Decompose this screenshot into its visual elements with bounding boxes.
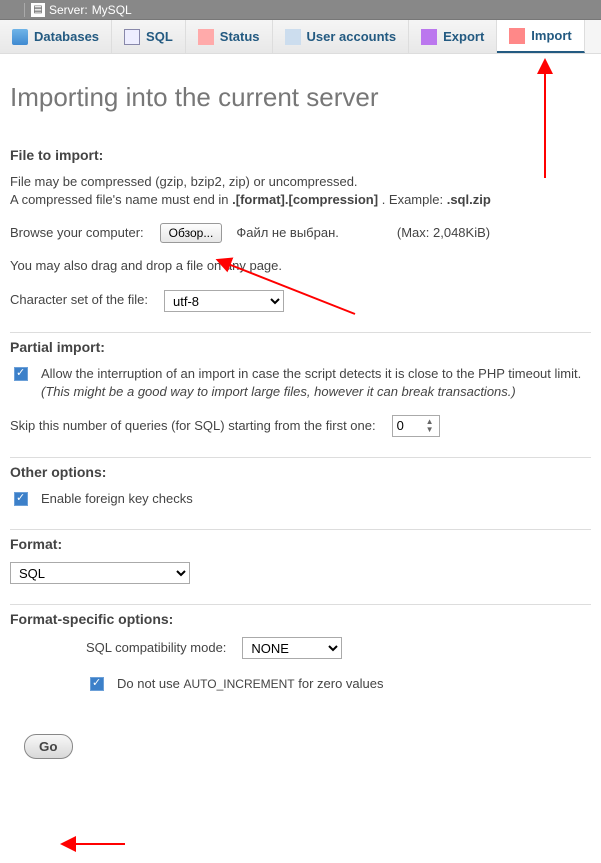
foreign-key-label: Enable foreign key checks <box>41 490 193 508</box>
cn2b: .[format].[compression] <box>232 192 378 207</box>
cn2a: A compressed file's name must end in <box>10 192 232 207</box>
server-label: Server: <box>49 3 88 17</box>
compress-note-2: A compressed file's name must end in .[f… <box>10 191 591 209</box>
tab-databases[interactable]: Databases <box>0 20 112 53</box>
cn2c: . Example: <box>382 192 447 207</box>
sql-compat-select[interactable]: NONE <box>242 637 342 659</box>
no-autoincrement-checkbox[interactable] <box>90 677 104 691</box>
nai-a: Do not use <box>117 676 184 691</box>
foreign-key-checkbox[interactable] <box>14 492 28 506</box>
sql-icon <box>124 29 140 45</box>
tab-users-label: User accounts <box>307 29 397 44</box>
titlebar-separator <box>24 3 25 17</box>
section-partial: Partial import: <box>10 332 591 355</box>
allow-interruption-label: Allow the interruption of an import in c… <box>41 365 591 401</box>
section-format-specific: Format-specific options: <box>10 604 591 627</box>
top-tabs: Databases SQL Status User accounts Expor… <box>0 20 601 54</box>
charset-select[interactable]: utf-8 <box>164 290 284 312</box>
go-button[interactable]: Go <box>24 734 73 759</box>
page-title: Importing into the current server <box>10 82 591 113</box>
browse-button[interactable]: Обзор... <box>160 223 223 243</box>
tab-sql[interactable]: SQL <box>112 20 186 53</box>
tab-status[interactable]: Status <box>186 20 273 53</box>
allow-label-em: (This might be a good way to import larg… <box>41 384 516 399</box>
allow-label-a: Allow the interruption of an import in c… <box>41 366 581 381</box>
no-file-selected: Файл не выбран. <box>236 224 339 242</box>
charset-label: Character set of the file: <box>10 291 148 309</box>
tab-import-label: Import <box>531 28 571 43</box>
tab-databases-label: Databases <box>34 29 99 44</box>
nai-b: for zero values <box>298 676 383 691</box>
server-icon: ▤ <box>31 3 45 17</box>
section-format: Format: <box>10 529 591 552</box>
drag-drop-note: You may also drag and drop a file on any… <box>10 257 591 275</box>
databases-icon <box>12 29 28 45</box>
number-spinner-icon[interactable]: ▲▼ <box>426 417 438 435</box>
nai-code: AUTO_INCREMENT <box>184 677 295 691</box>
tab-export-label: Export <box>443 29 484 44</box>
server-titlebar: ▤ Server: MySQL <box>0 0 601 20</box>
section-other: Other options: <box>10 457 591 480</box>
max-size-note: (Max: 2,048KiB) <box>397 224 490 242</box>
tab-user-accounts[interactable]: User accounts <box>273 20 410 53</box>
sql-compat-label: SQL compatibility mode: <box>86 639 226 657</box>
tab-status-label: Status <box>220 29 260 44</box>
compress-note-1: File may be compressed (gzip, bzip2, zip… <box>10 173 591 191</box>
users-icon <box>285 29 301 45</box>
format-select[interactable]: SQL <box>10 562 190 584</box>
tab-import[interactable]: Import <box>497 20 584 53</box>
tab-export[interactable]: Export <box>409 20 497 53</box>
main-content: Importing into the current server File t… <box>0 54 601 779</box>
browse-label: Browse your computer: <box>10 224 144 242</box>
import-icon <box>509 28 525 44</box>
export-icon <box>421 29 437 45</box>
section-file: File to import: <box>10 147 591 163</box>
no-autoincrement-label: Do not use AUTO_INCREMENT for zero value… <box>117 675 384 693</box>
annotation-arrow-go <box>60 834 130 857</box>
tab-sql-label: SQL <box>146 29 173 44</box>
cn2d: .sql.zip <box>447 192 491 207</box>
skip-queries-label: Skip this number of queries (for SQL) st… <box>10 417 376 435</box>
server-name: MySQL <box>92 3 132 17</box>
allow-interruption-checkbox[interactable] <box>14 367 28 381</box>
status-icon <box>198 29 214 45</box>
